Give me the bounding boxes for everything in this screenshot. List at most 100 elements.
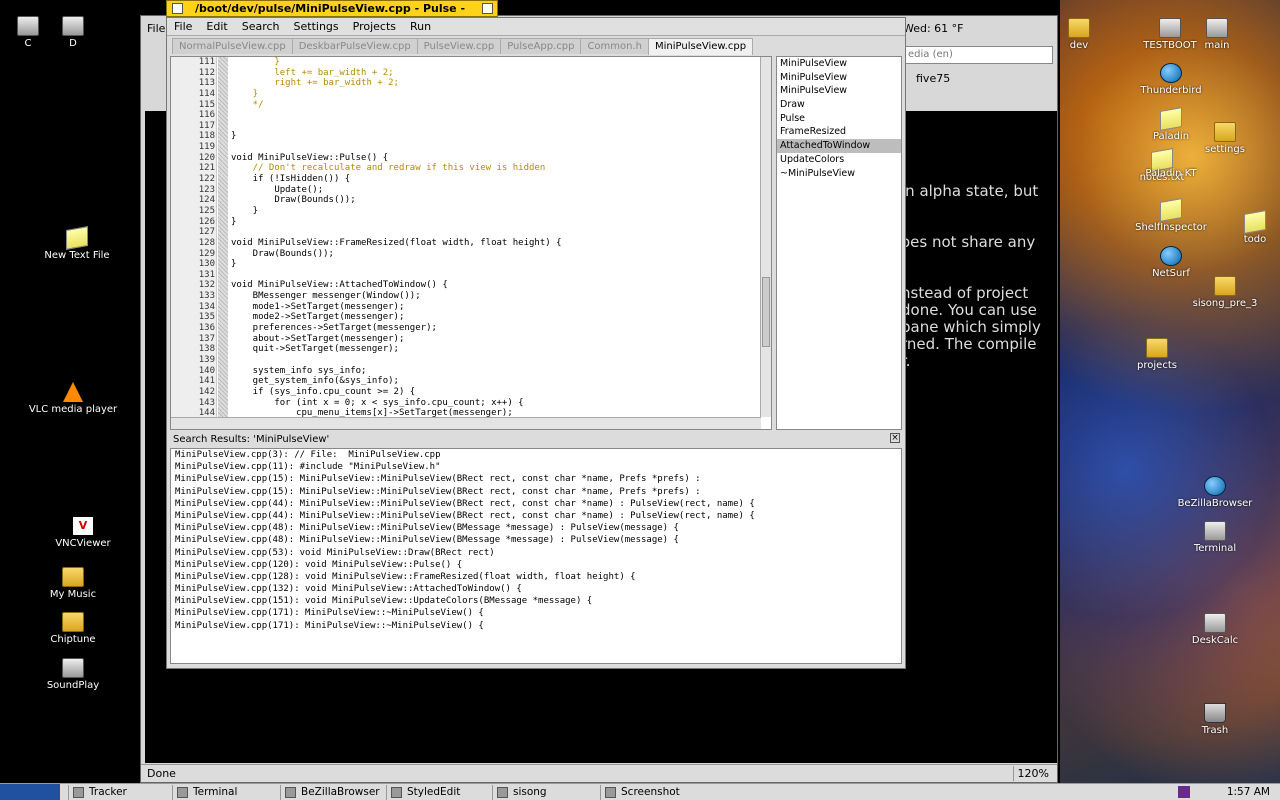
search-result-item[interactable]: MiniPulseView.cpp(15): MiniPulseView::Mi… — [171, 473, 901, 485]
tab-minipulseview[interactable]: MiniPulseView.cpp — [648, 38, 754, 55]
function-list[interactable]: MiniPulseView MiniPulseView MiniPulseView D… — [776, 56, 902, 430]
function-list-item[interactable]: FrameResized — [777, 125, 901, 139]
code-line: 118} — [199, 131, 761, 142]
function-list-item[interactable]: Pulse — [777, 112, 901, 126]
desktop-icon-vncviewer[interactable]: V VNCViewer — [28, 516, 138, 549]
desktop-icon-deskcalc[interactable]: DeskCalc — [1160, 613, 1270, 646]
clock[interactable]: 1:57 AM — [1227, 784, 1270, 800]
desktop-icon-trash[interactable]: Trash — [1160, 703, 1270, 736]
function-list-item[interactable]: ~MiniPulseView — [777, 167, 901, 181]
desktop-icon-projects[interactable]: projects — [1102, 338, 1212, 371]
line-number: 138 — [198, 344, 215, 355]
function-list-item[interactable]: AttachedToWindow — [777, 139, 901, 153]
task-sisong[interactable]: sisong — [492, 785, 600, 800]
desktop-icon-paladin-kt[interactable]: Paladin KT — [1116, 168, 1226, 179]
tray-icon[interactable] — [1178, 786, 1190, 798]
code-text: right += bar_width + 2; — [231, 78, 399, 89]
code-text: mode2->SetTarget(messenger); — [231, 312, 405, 323]
tab-common-h[interactable]: Common.h — [580, 38, 650, 54]
search-result-item[interactable]: MiniPulseView.cpp(3): // File: MiniPulse… — [171, 449, 901, 461]
desktop-icon-sisong-pre[interactable]: sisong_pre_3 — [1170, 276, 1280, 309]
bookmark-item[interactable]: five75 — [916, 72, 950, 85]
search-result-item[interactable]: MiniPulseView.cpp(128): void MiniPulseVi… — [171, 571, 901, 583]
zoom-level[interactable]: 120% — [1012, 766, 1053, 781]
shelf-icon — [1160, 198, 1182, 222]
zoom-icon[interactable] — [482, 3, 493, 14]
desktop-icon-todo[interactable]: todo — [1200, 210, 1280, 245]
code-text: } — [231, 216, 237, 227]
desktop-icon-new-text-file[interactable]: New Text File — [22, 226, 132, 261]
page-text-line: done. You can use — [901, 301, 1037, 319]
menu-projects[interactable]: Projects — [346, 18, 403, 36]
line-number: 134 — [198, 301, 215, 312]
search-result-item[interactable]: MiniPulseView.cpp(171): MiniPulseView::~… — [171, 620, 901, 632]
tab-deskbarpulseview[interactable]: DeskbarPulseView.cpp — [291, 38, 418, 54]
scrollbar-thumb[interactable] — [762, 277, 770, 347]
function-list-item[interactable]: Draw — [777, 98, 901, 112]
task-tracker[interactable]: Tracker — [68, 785, 172, 800]
desktop-icon-chiptune[interactable]: Chiptune — [18, 612, 128, 645]
tab-pulseapp[interactable]: PulseApp.cpp — [500, 38, 582, 54]
search-result-item[interactable]: MiniPulseView.cpp(48): MiniPulseView::Mi… — [171, 534, 901, 546]
desktop-icon-d[interactable]: D — [18, 16, 128, 49]
editor-title-tab[interactable]: /boot/dev/pulse/MiniPulseView.cpp - Puls… — [166, 0, 498, 30]
search-result-item[interactable]: MiniPulseView.cpp(11): #include "MiniPul… — [171, 461, 901, 473]
task-screenshot[interactable]: Screenshot — [600, 785, 710, 800]
search-result-item[interactable]: MiniPulseView.cpp(53): void MiniPulseVie… — [171, 547, 901, 559]
search-result-item[interactable]: MiniPulseView.cpp(44): MiniPulseView::Mi… — [171, 510, 901, 522]
function-list-item[interactable]: MiniPulseView — [777, 71, 901, 85]
task-bezillabrowser[interactable]: BeZillaBrowser — [280, 785, 386, 800]
desktop-icon-thunderbird[interactable]: Thunderbird — [1116, 63, 1226, 96]
menu-search[interactable]: Search — [235, 18, 287, 36]
browser-file-menu[interactable]: File — [147, 22, 165, 35]
desktop-icon-terminal[interactable]: Terminal — [1160, 521, 1270, 554]
menu-settings[interactable]: Settings — [287, 18, 346, 36]
search-result-item[interactable]: MiniPulseView.cpp(132): void MiniPulseVi… — [171, 583, 901, 595]
code-line: 131 — [199, 270, 761, 281]
desktop-icon-bezillabrowser[interactable]: BeZillaBrowser — [1160, 476, 1270, 509]
code-line: 126} — [199, 216, 761, 228]
deskbar-leaf-icon[interactable] — [0, 784, 60, 800]
code-line: 134 mode1->SetTarget(messenger); — [199, 302, 761, 313]
horizontal-scrollbar[interactable] — [171, 417, 761, 429]
desktop-icon-soundplay[interactable]: SoundPlay — [18, 658, 128, 691]
browser-search-input[interactable]: edia (en) — [903, 46, 1053, 64]
code-area[interactable]: 111 } 112 left += bar_width + 2; 113 right… — [199, 57, 761, 418]
code-text: void MiniPulseView::Pulse() { — [231, 152, 389, 163]
line-number: 132 — [198, 280, 215, 291]
search-result-item[interactable]: MiniPulseView.cpp(151): void MiniPulseVi… — [171, 595, 901, 607]
search-result-item[interactable]: MiniPulseView.cpp(171): MiniPulseView::~… — [171, 607, 901, 619]
function-list-item[interactable]: MiniPulseView — [777, 57, 901, 71]
desktop-icon-my-music[interactable]: My Music — [18, 567, 128, 600]
menu-file[interactable]: File — [167, 18, 199, 36]
desktop-icon-vlc[interactable]: VLC media player — [18, 382, 128, 415]
task-terminal[interactable]: Terminal — [172, 785, 280, 800]
search-result-item[interactable]: MiniPulseView.cpp(15): MiniPulseView::Mi… — [171, 486, 901, 498]
search-result-item[interactable]: MiniPulseView.cpp(120): void MiniPulseVi… — [171, 559, 901, 571]
close-icon[interactable] — [172, 3, 183, 14]
search-result-item[interactable]: MiniPulseView.cpp(48): MiniPulseView::Mi… — [171, 522, 901, 534]
line-number: 135 — [198, 312, 215, 323]
folder-icon — [1214, 122, 1236, 142]
line-number: 141 — [198, 376, 215, 387]
code-text: */ — [231, 99, 264, 110]
code-editor[interactable]: 111 } 112 left += bar_width + 2; 113 right… — [170, 56, 772, 430]
desktop-icon-netsurf[interactable]: NetSurf — [1116, 246, 1226, 279]
desktop-icon-main[interactable]: main — [1162, 18, 1272, 51]
menu-edit[interactable]: Edit — [199, 18, 234, 36]
vertical-scrollbar[interactable] — [760, 57, 771, 417]
menu-run[interactable]: Run — [403, 18, 438, 36]
search-result-item[interactable]: MiniPulseView.cpp(44): MiniPulseView::Mi… — [171, 498, 901, 510]
line-number: 113 — [198, 78, 215, 89]
code-line: 132 void MiniPulseView::AttachedToWindow(… — [199, 280, 761, 291]
code-text: } — [231, 259, 237, 270]
search-results-list[interactable]: MiniPulseView.cpp(3): // File: MiniPulse… — [170, 448, 902, 664]
close-icon[interactable]: × — [890, 433, 900, 443]
function-list-item[interactable]: MiniPulseView — [777, 84, 901, 98]
tab-normalpulseview[interactable]: NormalPulseView.cpp — [172, 38, 293, 54]
code-line: 116 — [199, 110, 761, 121]
function-list-item[interactable]: UpdateColors — [777, 153, 901, 167]
task-stylededit[interactable]: StyledEdit — [386, 785, 492, 800]
line-number: 136 — [198, 323, 215, 334]
tab-pulseview[interactable]: PulseView.cpp — [416, 38, 502, 54]
